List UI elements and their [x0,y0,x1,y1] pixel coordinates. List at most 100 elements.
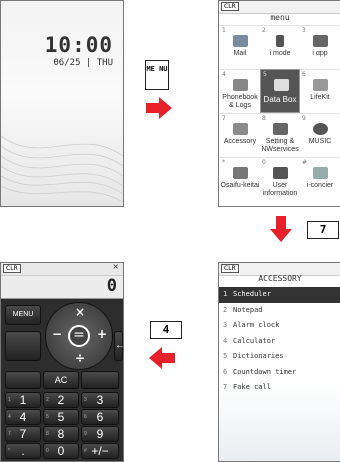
calc-blank-key[interactable] [81,371,119,389]
item-label: i mode [269,50,291,57]
wallpaper-waves [1,135,123,203]
accessory-screen: CLR ACCESSORY 1 Scheduler 2 Notepad 3 Alarm… [218,262,340,462]
key-subscript: 8 [46,431,49,437]
calc-blank-key[interactable] [5,371,41,389]
calc-key-9[interactable]: *. [5,443,41,459]
minus-key[interactable]: − [52,327,62,341]
menu-item-iappli[interactable]: 3 i αpp [300,25,340,69]
clr-button[interactable]: CLR [221,2,239,11]
item-number: 5 [263,71,267,78]
key-subscript: # [84,448,87,454]
backspace-key[interactable]: ← [114,331,123,361]
key-label: 5 [57,410,65,424]
ac-key[interactable]: AC [43,371,79,389]
list-item-calculator[interactable]: 4 Calculator [219,334,340,350]
key-subscript: 3 [84,397,87,403]
mail-icon [233,35,248,47]
list-item-notepad[interactable]: 2 Notepad [219,303,340,319]
calc-operator-dpad[interactable]: × − = + ÷ [45,302,113,370]
menu-item-iconcier[interactable]: # i-concier [300,157,340,201]
calc-key-10[interactable]: 00 [43,443,79,459]
clr-button[interactable]: CLR [221,264,239,273]
accessory-title: ACCESSORY [258,274,302,283]
item-label: Osaifu-keitai [220,182,260,189]
item-number: # [302,159,308,166]
calc-display: 0 [1,276,123,299]
menu-item-mail[interactable]: 1 Mail [220,25,260,69]
menu-item-phonebook[interactable]: 4 Phonebook & Logs [220,69,260,113]
item-label: Accessory [223,138,257,145]
userinfo-icon [273,167,288,179]
calc-key-8[interactable]: 99 [81,426,119,442]
menu-item-imode[interactable]: 2 i mode [260,25,300,69]
key-label: 3 [96,393,104,407]
menu-item-lifekit[interactable]: 6 LifeKit [300,69,340,113]
osaifu-icon [233,167,248,179]
arrow-down-icon [270,216,292,242]
key-label: 6 [96,410,104,424]
clr-button[interactable]: CLR [3,264,21,273]
item-label: User information [262,182,298,197]
divide-key[interactable]: ÷ [75,351,85,365]
menu-item-databox[interactable]: 5 Data Box [260,69,300,113]
key-subscript: 5 [46,414,49,420]
calc-key-1[interactable]: 22 [43,392,79,408]
key-label: 8 [57,427,65,441]
list-item-countdown[interactable]: 6 Countdown timer [219,365,340,381]
menu-item-accessory[interactable]: 7 Accessory [220,113,260,157]
calc-blank-left[interactable] [5,331,41,361]
calc-key-2[interactable]: 33 [81,392,119,408]
accessory-list: 1 Scheduler 2 Notepad 3 Alarm clock 4 Calcul… [219,287,340,396]
item-label: LifeKit [310,94,330,101]
item-label: Setting & NWservices [261,138,299,153]
item-label: Mail [233,50,247,57]
key-7: 7 [307,221,339,239]
list-item-dictionaries[interactable]: 5 Dictionaries [219,349,340,365]
calc-key-11[interactable]: # +/− [81,443,119,459]
idle-screen: 10:00 06/25 | THU [0,0,124,207]
plus-key[interactable]: + [97,327,107,341]
calc-key-7[interactable]: 88 [43,426,79,442]
calc-key-3[interactable]: 44 [5,409,41,425]
calc-key-4[interactable]: 55 [43,409,79,425]
idle-time: 10:00 [44,33,113,57]
list-item-fakecall[interactable]: 7 Fake call [219,380,340,396]
key-subscript: 6 [84,414,87,420]
menu-screen: CLR menu 1 Mail 2 i mode 3 i αpp 4 Phone… [218,0,340,207]
item-label: i αpp [312,50,328,57]
calc-key-0[interactable]: 11 [5,392,41,408]
item-number: 1 [222,27,226,34]
key-label: 7 [19,427,27,441]
menu-item-music[interactable]: 9 MUSIC [300,113,340,157]
key-subscript: 1 [8,397,11,403]
key-label: 9 [96,427,104,441]
key-subscript: 2 [46,397,49,403]
phonebook-icon [233,79,248,91]
key-subscript: 7 [8,431,11,437]
databox-icon [274,79,289,91]
item-number: 4 [222,71,226,78]
equals-key[interactable]: = [68,325,90,347]
lifekit-icon [313,79,328,91]
menu-item-osaifu[interactable]: * Osaifu-keitai [220,157,260,201]
item-number: * [222,159,225,166]
menu-item-userinfo[interactable]: 0 User information [260,157,300,201]
menu-key: ME NU [145,60,169,90]
list-item-alarm[interactable]: 3 Alarm clock [219,318,340,334]
close-icon[interactable]: × [112,263,119,271]
iappli-icon [313,35,328,47]
calc-menu-button[interactable]: MENU [5,305,41,325]
calc-key-6[interactable]: 77 [5,426,41,442]
item-label: MUSIC [308,138,332,145]
item-label: Data Box [263,95,297,104]
list-item-scheduler[interactable]: 1 Scheduler [219,287,340,303]
times-key[interactable]: × [75,305,85,319]
item-number: 7 [222,115,226,122]
arrow-right-icon [146,97,172,119]
item-label: Phonebook & Logs [222,94,258,109]
settings-icon [273,123,288,135]
calc-key-5[interactable]: 66 [81,409,119,425]
key-label: 1 [19,393,27,407]
menu-item-settings[interactable]: 8 Setting & NWservices [260,113,300,157]
status-bar: CLR × [1,263,123,276]
